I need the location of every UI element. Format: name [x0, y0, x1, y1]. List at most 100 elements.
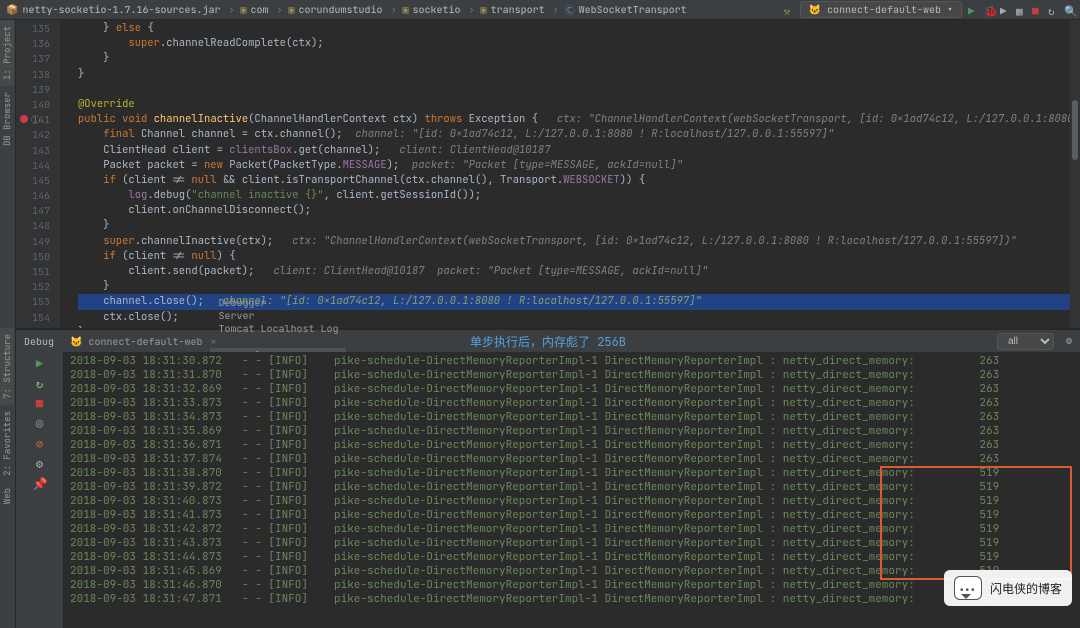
breadcrumb-item[interactable]: ▣corundumstudio› [288, 3, 396, 16]
line-number[interactable]: 153 [16, 294, 50, 309]
log-filter-select[interactable]: all [997, 333, 1054, 350]
code-line[interactable]: } [78, 279, 1080, 294]
line-number[interactable]: 151 [16, 264, 50, 279]
line-number[interactable]: 147 [16, 203, 50, 218]
scrollbar-thumb[interactable] [1072, 100, 1078, 160]
filter-icon[interactable]: ⚙ [1066, 334, 1072, 347]
code-line[interactable]: Packet packet = new Packet(PacketType.ME… [78, 158, 1080, 173]
line-number[interactable]: 148 [16, 218, 50, 233]
wechat-bubble-icon: ••• [954, 576, 982, 600]
structure-tool-tab[interactable]: 7: Structure [0, 328, 14, 405]
log-line: 2018-09-03 18:31:33.873- - [INFO]pike-sc… [70, 396, 1074, 410]
log-level: - - [INFO] [242, 494, 334, 508]
log-level: - - [INFO] [242, 536, 334, 550]
console-log[interactable]: 2018-09-03 18:31:30.872- - [INFO]pike-sc… [64, 352, 1080, 628]
log-message: pike-schedule-DirectMemoryReporterImpl-1… [334, 424, 1074, 438]
breadcrumb-item[interactable]: ▣transport› [481, 3, 559, 16]
breadcrumb-item[interactable]: 📦netty-socketio-1.7.16-sources.jar› [6, 3, 234, 16]
update-button[interactable]: ↻ [1048, 5, 1058, 15]
debug-run-config[interactable]: 🐱 connect-default-web [62, 330, 210, 352]
code-line[interactable]: } [78, 51, 1080, 66]
debug-tab[interactable]: Tomcat Localhost Log [210, 322, 346, 335]
editor-scrollbar[interactable] [1070, 20, 1080, 328]
profile-button[interactable]: ▦ [1016, 5, 1026, 15]
debug-tab[interactable]: Server [210, 309, 346, 322]
code-line[interactable]: if (client != null) { [78, 249, 1080, 264]
log-timestamp: 2018-09-03 18:31:38.870 [70, 466, 242, 480]
breadcrumb-item[interactable]: ▣socketio› [403, 3, 475, 16]
line-number[interactable]: 140 [16, 97, 50, 112]
log-level: - - [INFO] [242, 480, 334, 494]
close-tab-icon[interactable]: × [210, 335, 216, 348]
line-number[interactable]: 139 [16, 82, 50, 97]
rerun-button[interactable]: ↻ [33, 376, 47, 390]
log-level: - - [INFO] [242, 522, 334, 536]
code-line[interactable]: } [78, 218, 1080, 233]
line-number[interactable]: 144 [16, 158, 50, 173]
line-number[interactable]: 150 [16, 249, 50, 264]
code-line[interactable]: super.channelReadComplete(ctx); [78, 36, 1080, 51]
line-number[interactable]: 149 [16, 234, 50, 249]
log-level: - - [INFO] [242, 396, 334, 410]
log-timestamp: 2018-09-03 18:31:45.869 [70, 564, 242, 578]
code-line[interactable]: @Override [78, 97, 1080, 112]
log-level: - - [INFO] [242, 438, 334, 452]
code-editor[interactable]: 135136137138139140141ⓘ142143144145146147… [16, 20, 1080, 328]
stop-debug-button[interactable]: ■ [33, 396, 47, 410]
code-line[interactable]: if (client != null && client.isTransport… [78, 173, 1080, 188]
log-timestamp: 2018-09-03 18:31:37.874 [70, 452, 242, 466]
line-number[interactable]: 138 [16, 67, 50, 82]
code-line[interactable]: client.send(packet); client: ClientHead@… [78, 264, 1080, 279]
line-number[interactable]: 146 [16, 188, 50, 203]
run-button[interactable]: ▶ [968, 5, 978, 15]
log-timestamp: 2018-09-03 18:31:46.870 [70, 578, 242, 592]
watermark-text: 闪电侠的博客 [990, 580, 1062, 597]
coverage-button[interactable]: ▶ [1000, 5, 1010, 15]
log-level: - - [INFO] [242, 424, 334, 438]
line-number[interactable]: 145 [16, 173, 50, 188]
line-number[interactable]: 143 [16, 143, 50, 158]
resume-button[interactable]: ▶ [33, 356, 47, 370]
log-line: 2018-09-03 18:31:34.873- - [INFO]pike-sc… [70, 410, 1074, 424]
line-number[interactable]: 154 [16, 310, 50, 325]
build-icon[interactable]: ⚒ [784, 5, 794, 15]
debug-button[interactable]: 🐞 [984, 5, 994, 15]
line-number[interactable]: 142 [16, 127, 50, 142]
code-line[interactable]: client.onChannelDisconnect(); [78, 203, 1080, 218]
line-number[interactable]: 152 [16, 279, 50, 294]
log-level: - - [INFO] [242, 452, 334, 466]
project-tool-tab[interactable]: 1: Project [0, 20, 14, 86]
log-timestamp: 2018-09-03 18:31:41.873 [70, 508, 242, 522]
web-tool-tab[interactable]: Web [0, 482, 14, 510]
log-filter[interactable]: all ⚙ [997, 333, 1072, 350]
code-line[interactable]: } [78, 67, 1080, 82]
search-icon[interactable]: 🔍 [1064, 5, 1074, 15]
log-line: 2018-09-03 18:31:32.869- - [INFO]pike-sc… [70, 382, 1074, 396]
db-browser-tool-tab[interactable]: DB Browser [0, 86, 14, 152]
code-line[interactable]: ClientHead client = clientsBox.get(chann… [78, 143, 1080, 158]
line-number[interactable]: 135 [16, 21, 50, 36]
code-line[interactable] [78, 82, 1080, 97]
code-line[interactable]: } else { [78, 21, 1080, 36]
stop-button[interactable]: ■ [1032, 5, 1042, 15]
log-message: pike-schedule-DirectMemoryReporterImpl-1… [334, 410, 1074, 424]
code-line[interactable]: final Channel channel = ctx.channel(); c… [78, 127, 1080, 142]
mute-breakpoints-button[interactable]: ⊘ [33, 436, 47, 450]
settings-button[interactable]: ⚙ [33, 456, 47, 470]
run-config-selector[interactable]: 🐱 connect-default-web ▾ [800, 1, 962, 18]
pin-button[interactable]: 📌 [33, 476, 47, 490]
debug-tab[interactable]: Debugger [210, 296, 346, 309]
line-number[interactable]: 137 [16, 51, 50, 66]
breadcrumb-item[interactable]: ▣com› [240, 3, 282, 16]
editor-gutter[interactable]: 135136137138139140141ⓘ142143144145146147… [16, 20, 60, 328]
code-line[interactable]: public void channelInactive(ChannelHandl… [78, 112, 1080, 127]
override-gutter-icon[interactable]: ⓘ [31, 113, 39, 121]
favorites-tool-tab[interactable]: 2: Favorites [0, 405, 14, 482]
breadcrumb-item[interactable]: ⒸWebSocketTransport [565, 2, 687, 17]
log-level: - - [INFO] [242, 354, 334, 368]
code-line[interactable]: log.debug("channel inactive {}", client.… [78, 188, 1080, 203]
view-breakpoints-button[interactable]: ◎ [33, 416, 47, 430]
code-area[interactable]: } else { super.channelReadComplete(ctx);… [60, 20, 1080, 328]
code-line[interactable]: super.channelInactive(ctx); ctx: "Channe… [78, 234, 1080, 249]
line-number[interactable]: 136 [16, 36, 50, 51]
